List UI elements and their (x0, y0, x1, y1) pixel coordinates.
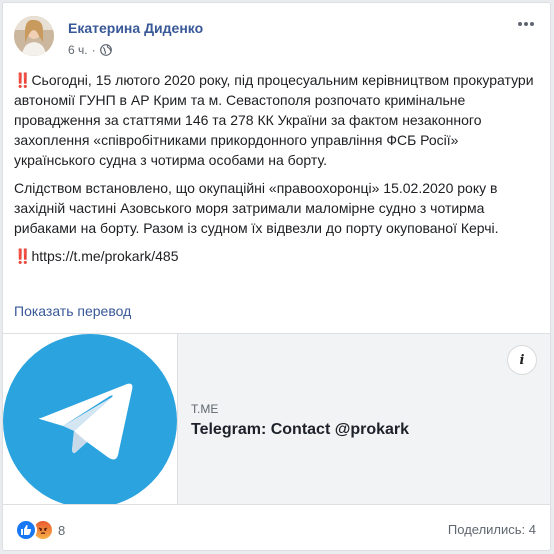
like-icon (15, 519, 37, 541)
post-meta: 6 ч. · (68, 43, 112, 57)
post-paragraph-1: ‼️Сьогодні, 15 лютого 2020 року, під про… (14, 72, 534, 168)
double-exclamation-icon: ‼️ (14, 248, 31, 264)
post-paragraph-3: ‼️https://t.me/prokark/485 (14, 246, 534, 266)
link-domain: T.ME (191, 402, 219, 416)
post-card: Екатерина Диденко 6 ч. · ‼️Сьогодні, 15 … (2, 2, 551, 551)
author-avatar[interactable] (14, 16, 54, 56)
globe-icon[interactable] (99, 44, 112, 56)
link-preview-image[interactable] (3, 334, 178, 508)
post-paragraph-2: Слідством встановлено, що окупаційні «пр… (14, 180, 499, 236)
double-exclamation-icon: ‼️ (14, 72, 31, 88)
link-title[interactable]: Telegram: Contact @prokark (191, 421, 409, 439)
more-options-icon[interactable] (516, 17, 536, 31)
link-preview[interactable]: T.ME Telegram: Contact @prokark i (3, 333, 550, 508)
telegram-logo-icon (3, 334, 177, 508)
shares-count[interactable]: Поделились: 4 (448, 522, 536, 537)
meta-separator: · (91, 43, 96, 57)
show-translation-link[interactable]: Показать перевод (14, 303, 131, 319)
reaction-count: 8 (58, 522, 66, 538)
reactions-summary[interactable]: 8 (15, 519, 65, 541)
post-text: ‼️Сьогодні, 15 лютого 2020 року, під про… (14, 70, 534, 274)
post-time[interactable]: 6 ч. (68, 43, 88, 57)
author-name[interactable]: Екатерина Диденко (68, 20, 203, 36)
post-link[interactable]: https://t.me/prokark/485 (31, 248, 178, 264)
info-icon[interactable]: i (508, 346, 536, 374)
